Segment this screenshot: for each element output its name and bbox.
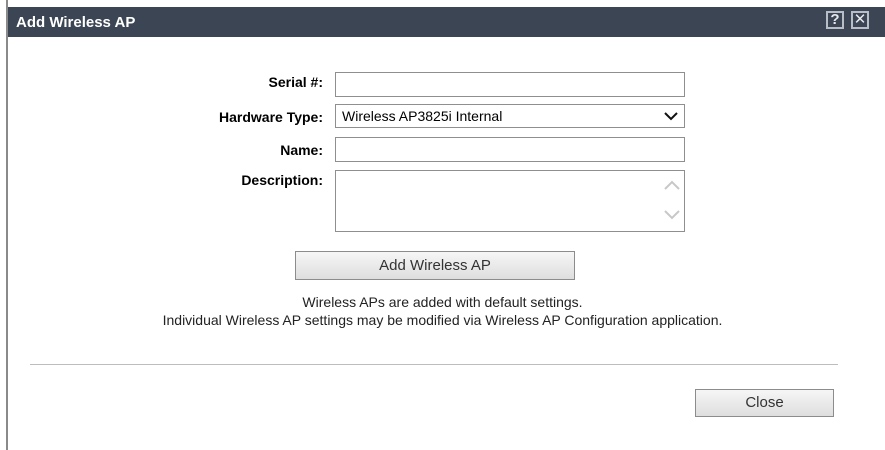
info-note-line2: Individual Wireless AP settings may be m… xyxy=(162,312,723,328)
dialog-titlebar[interactable]: Add Wireless AP ? ✕ xyxy=(8,7,885,37)
footer-divider xyxy=(30,364,838,365)
hardware-type-value: Wireless AP3825i Internal xyxy=(342,108,503,124)
hardware-type-label: Hardware Type: xyxy=(219,109,323,125)
help-icon[interactable]: ? xyxy=(826,11,844,29)
info-note-line1: Wireless APs are added with default sett… xyxy=(302,294,583,310)
chevron-down-icon xyxy=(664,112,678,121)
scroll-down-icon[interactable] xyxy=(664,209,680,221)
description-label: Description: xyxy=(241,172,323,188)
dialog-title: Add Wireless AP xyxy=(16,14,136,31)
description-textarea[interactable] xyxy=(335,170,685,232)
close-x-icon[interactable]: ✕ xyxy=(851,11,869,29)
add-wireless-ap-dialog: Add Wireless AP ? ✕ Serial #: Hardware T… xyxy=(0,0,885,450)
hardware-type-select[interactable]: Wireless AP3825i Internal xyxy=(335,104,685,128)
close-button[interactable]: Close xyxy=(695,389,834,417)
name-label: Name: xyxy=(280,142,323,158)
serial-input[interactable] xyxy=(335,72,685,97)
add-wireless-ap-button[interactable]: Add Wireless AP xyxy=(295,251,575,280)
scroll-up-icon[interactable] xyxy=(664,179,680,191)
name-input[interactable] xyxy=(335,137,685,162)
dialog-left-border xyxy=(6,0,8,450)
serial-label: Serial #: xyxy=(268,74,323,90)
